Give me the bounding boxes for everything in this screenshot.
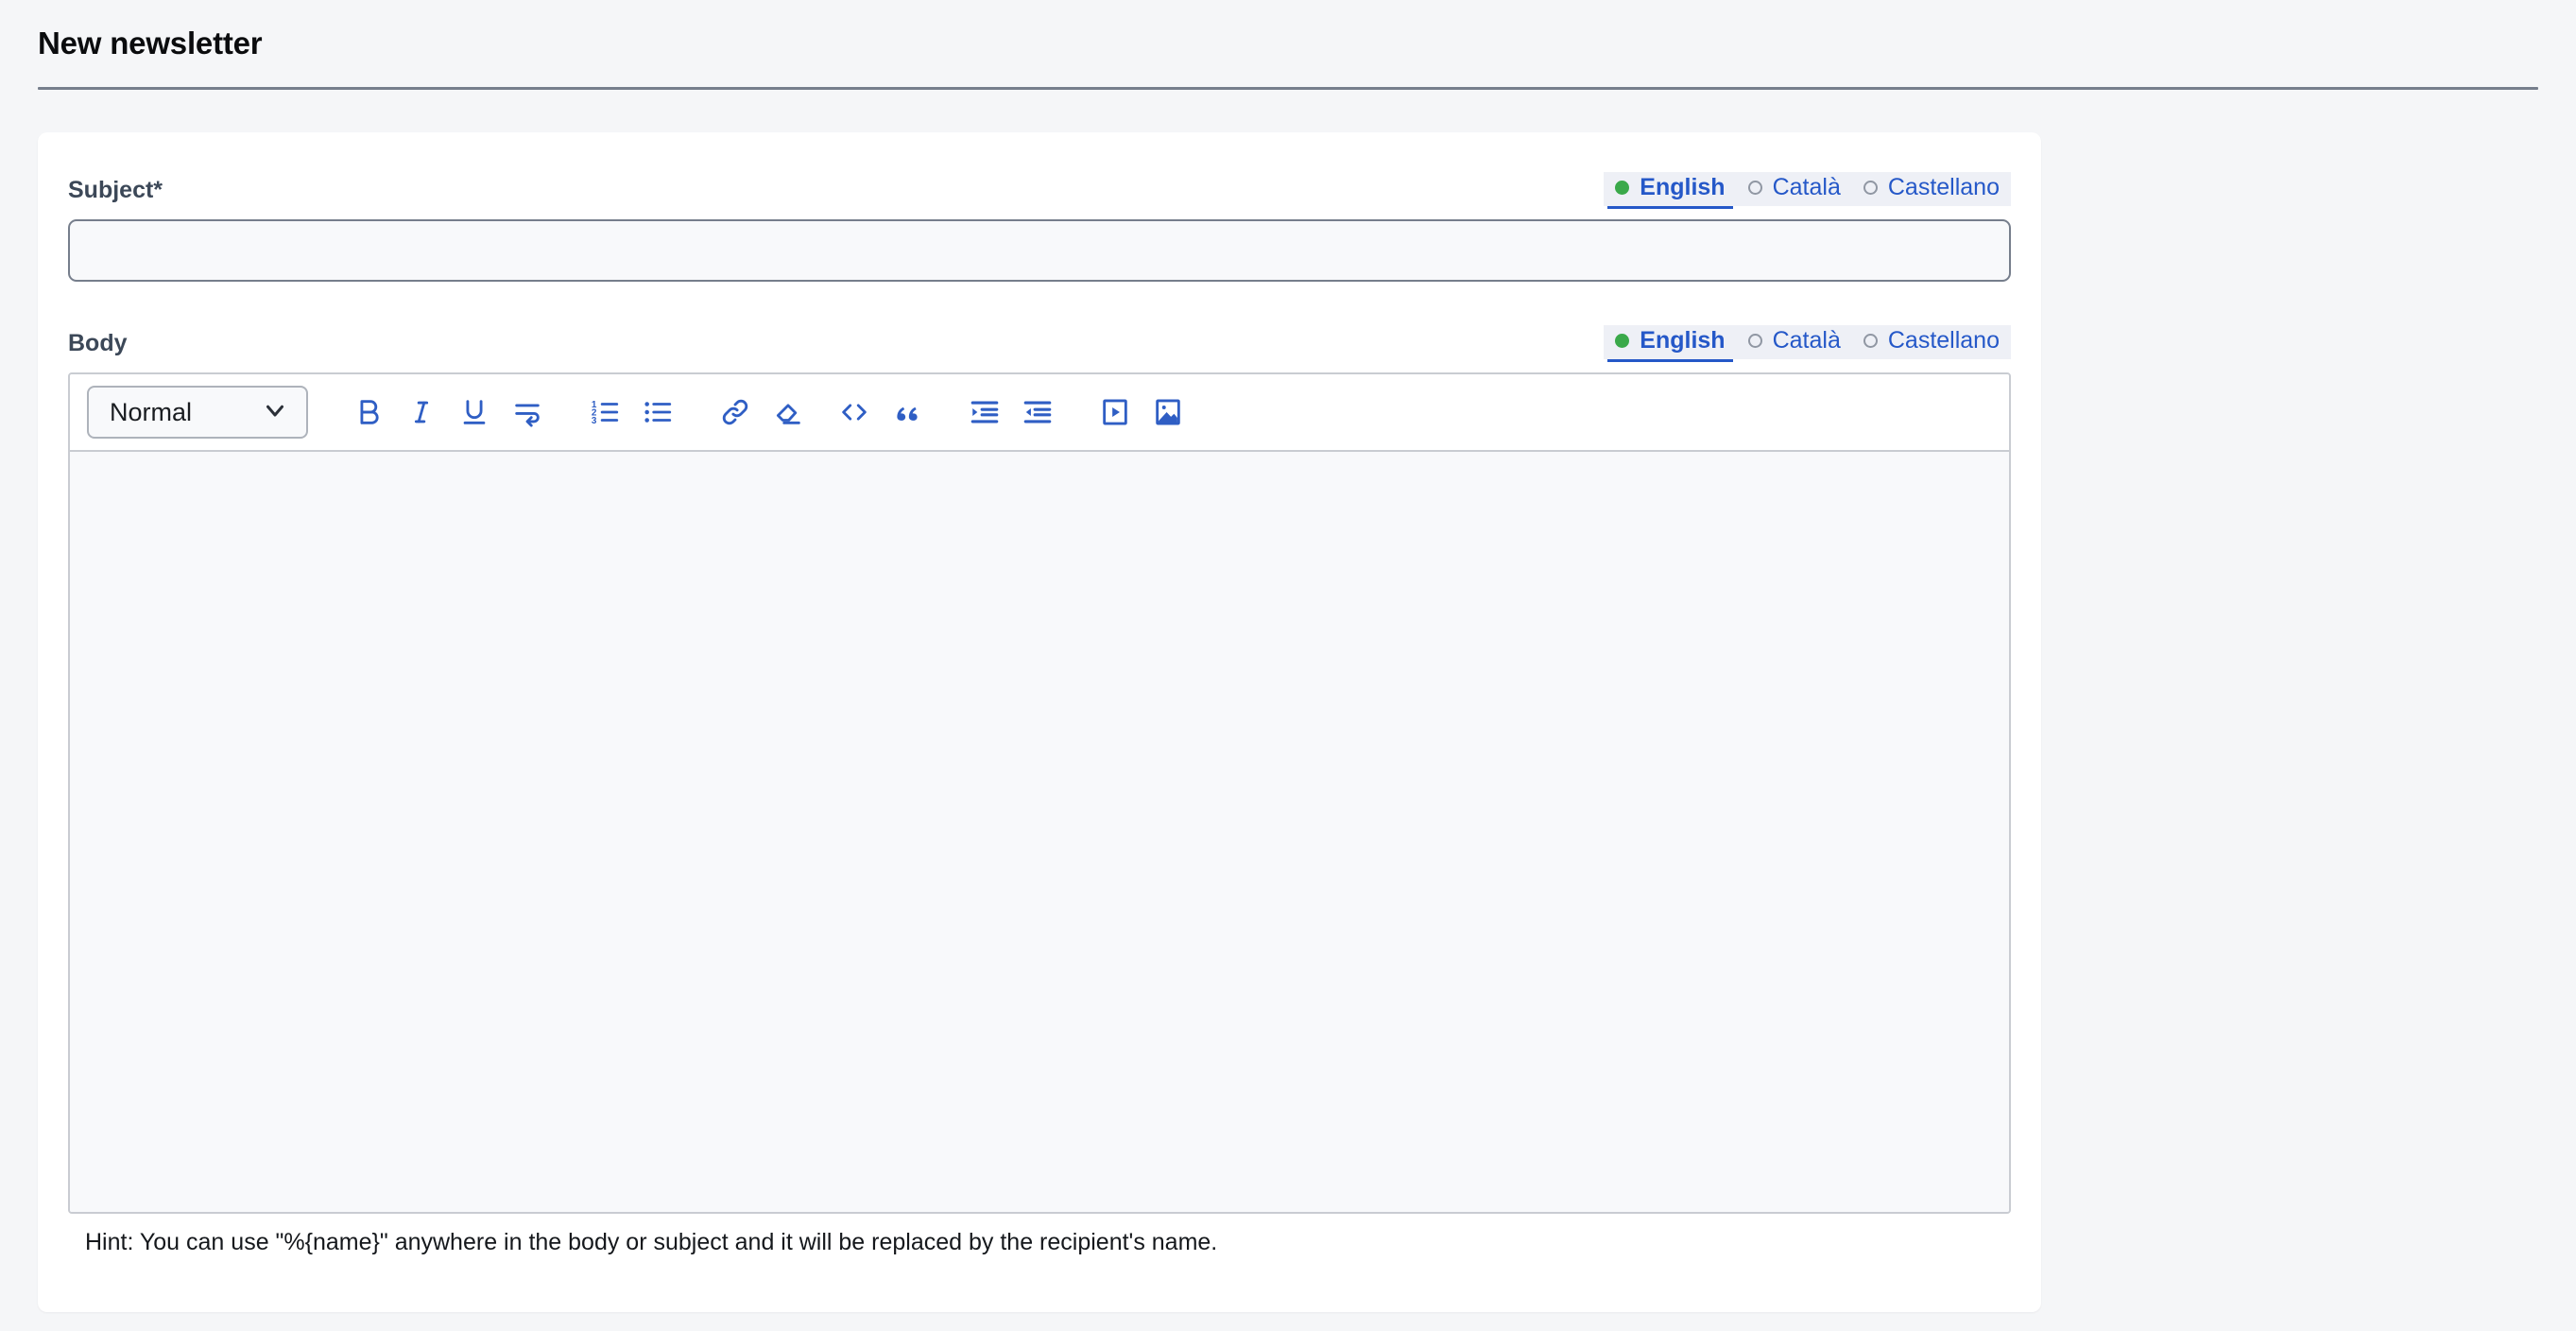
body-section: Body English Català Castellano bbox=[68, 316, 2011, 1259]
list-group: 123 bbox=[578, 386, 684, 439]
bold-icon[interactable] bbox=[342, 386, 395, 439]
rich-text-editor: Normal bbox=[68, 372, 2011, 1214]
newsletter-form-card: Subject* English Català Castellano bbox=[38, 132, 2041, 1312]
page-header: New newsletter bbox=[0, 0, 2576, 62]
video-icon[interactable] bbox=[1089, 386, 1142, 439]
code-icon[interactable] bbox=[828, 386, 881, 439]
body-label: Body bbox=[68, 332, 128, 359]
page-title: New newsletter bbox=[38, 25, 2538, 62]
newsletter-page: New newsletter Subject* English Català C… bbox=[0, 0, 2576, 1331]
media-group bbox=[1089, 386, 1194, 439]
subject-field-header: Subject* English Català Castellano bbox=[68, 163, 2011, 206]
translated-dot-icon bbox=[1615, 334, 1629, 348]
bullet-list-icon[interactable] bbox=[631, 386, 684, 439]
untranslated-dot-icon bbox=[1748, 334, 1762, 348]
chevron-down-icon bbox=[261, 396, 289, 429]
untranslated-dot-icon bbox=[1863, 334, 1878, 348]
body-lang-tab-english[interactable]: English bbox=[1604, 325, 1736, 360]
body-editor-content[interactable] bbox=[70, 452, 2009, 1212]
translated-dot-icon bbox=[1615, 181, 1629, 195]
insert-group bbox=[709, 386, 815, 439]
italic-icon[interactable] bbox=[395, 386, 448, 439]
code-quote-group bbox=[828, 386, 934, 439]
subject-input[interactable] bbox=[68, 219, 2011, 282]
indent-group bbox=[958, 386, 1064, 439]
subject-lang-tab-castellano-label: Castellano bbox=[1888, 175, 2000, 201]
block-format-select[interactable]: Normal bbox=[87, 386, 308, 439]
link-icon[interactable] bbox=[709, 386, 762, 439]
eraser-icon[interactable] bbox=[762, 386, 815, 439]
untranslated-dot-icon bbox=[1863, 181, 1878, 195]
subject-lang-tab-catala-label: Català bbox=[1773, 175, 1841, 201]
svg-text:3: 3 bbox=[592, 416, 597, 426]
body-field-header: Body English Català Castellano bbox=[68, 316, 2011, 359]
outdent-icon[interactable] bbox=[1011, 386, 1064, 439]
subject-lang-tab-castellano[interactable]: Castellano bbox=[1852, 172, 2011, 207]
body-language-tabs: English Català Castellano bbox=[1604, 325, 2011, 360]
ordered-list-icon[interactable]: 123 bbox=[578, 386, 631, 439]
image-icon[interactable] bbox=[1142, 386, 1194, 439]
editor-toolbar: Normal bbox=[70, 374, 2009, 452]
body-lang-tab-catala[interactable]: Català bbox=[1737, 325, 1852, 360]
block-format-value: Normal bbox=[110, 400, 192, 425]
subject-label: Subject* bbox=[68, 179, 163, 206]
underline-icon[interactable] bbox=[448, 386, 501, 439]
body-lang-tab-catala-label: Català bbox=[1773, 328, 1841, 354]
subject-lang-tab-catala[interactable]: Català bbox=[1737, 172, 1852, 207]
body-hint-text: Hint: You can use "%{name}" anywhere in … bbox=[68, 1227, 2011, 1259]
indent-icon[interactable] bbox=[958, 386, 1011, 439]
body-lang-tab-castellano-label: Castellano bbox=[1888, 328, 2000, 354]
subject-lang-tab-english[interactable]: English bbox=[1604, 172, 1736, 207]
subject-lang-tab-english-label: English bbox=[1640, 175, 1725, 201]
subject-language-tabs: English Català Castellano bbox=[1604, 172, 2011, 207]
line-break-icon[interactable] bbox=[501, 386, 554, 439]
untranslated-dot-icon bbox=[1748, 181, 1762, 195]
body-lang-tab-english-label: English bbox=[1640, 328, 1725, 354]
header-divider bbox=[38, 87, 2538, 90]
blockquote-icon[interactable] bbox=[881, 386, 934, 439]
body-lang-tab-castellano[interactable]: Castellano bbox=[1852, 325, 2011, 360]
text-style-group bbox=[342, 386, 554, 439]
